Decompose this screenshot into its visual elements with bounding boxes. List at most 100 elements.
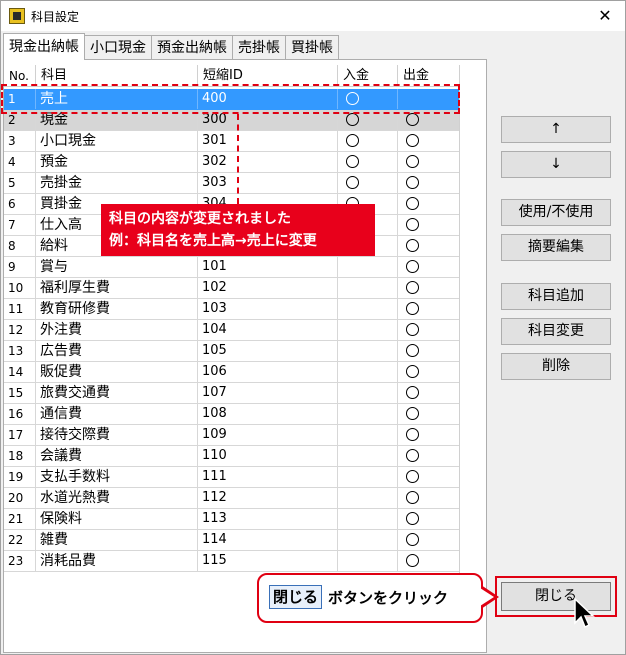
delete-button[interactable]: 削除 <box>501 353 611 380</box>
row-short-id: 400 <box>198 89 338 109</box>
row-income-cell <box>338 257 398 277</box>
table-row[interactable]: 20 水道光熱費 112 <box>4 488 459 509</box>
move-up-button[interactable]: ↑ <box>501 116 611 143</box>
row-short-id: 115 <box>198 551 338 571</box>
row-short-id: 105 <box>198 341 338 361</box>
circle-mark-icon <box>346 134 359 147</box>
circle-mark-icon <box>346 113 359 126</box>
circle-mark-icon <box>406 491 419 504</box>
row-income-cell <box>338 173 398 193</box>
circle-mark-icon <box>406 470 419 483</box>
circle-mark-icon <box>346 155 359 168</box>
row-name: 売上 <box>36 89 198 109</box>
table-row[interactable]: 23 消耗品費 115 <box>4 551 459 572</box>
change-account-button[interactable]: 科目変更 <box>501 318 611 345</box>
header-short-id[interactable]: 短縮ID <box>198 65 338 86</box>
table-row[interactable]: 13 広告費 105 <box>4 341 459 362</box>
row-name: 旅費交通費 <box>36 383 198 403</box>
circle-mark-icon <box>406 449 419 462</box>
table-row[interactable]: 9 賞与 101 <box>4 257 459 278</box>
circle-mark-icon <box>406 386 419 399</box>
accounts-table[interactable]: No. 科目 短縮ID 入金 出金 1 売上 400 2 現金 300 3 小口現金 301 4 預… <box>4 65 460 577</box>
row-no: 13 <box>4 341 36 361</box>
row-income-cell <box>338 488 398 508</box>
circle-mark-icon <box>406 134 419 147</box>
row-income-cell <box>338 278 398 298</box>
row-short-id: 301 <box>198 131 338 151</box>
row-expense-cell <box>398 278 459 298</box>
header-income[interactable]: 入金 <box>338 65 398 86</box>
row-expense-cell <box>398 404 459 424</box>
row-income-cell <box>338 383 398 403</box>
row-income-cell <box>338 152 398 172</box>
table-row[interactable]: 17 接待交際費 109 <box>4 425 459 446</box>
row-short-id: 114 <box>198 530 338 550</box>
circle-mark-icon <box>406 260 419 273</box>
row-income-cell <box>338 404 398 424</box>
circle-mark-icon <box>406 512 419 525</box>
row-no: 5 <box>4 173 36 193</box>
table-row[interactable]: 22 雑費 114 <box>4 530 459 551</box>
row-expense-cell <box>398 551 459 571</box>
toggle-use-button[interactable]: 使用/不使用 <box>501 199 611 226</box>
table-row[interactable]: 19 支払手数料 111 <box>4 467 459 488</box>
tab-receivables[interactable]: 売掛帳 <box>232 35 286 60</box>
row-no: 17 <box>4 425 36 445</box>
tab-cash-book[interactable]: 現金出納帳 <box>3 33 85 60</box>
tab-petty-cash[interactable]: 小口現金 <box>84 35 152 60</box>
header-no[interactable]: No. <box>4 65 36 86</box>
circle-mark-icon <box>406 155 419 168</box>
change-callout-line1: 科目の内容が変更されました <box>109 211 291 227</box>
row-name: 接待交際費 <box>36 425 198 445</box>
circle-mark-icon <box>406 176 419 189</box>
window-close-icon[interactable]: ✕ <box>585 1 625 31</box>
row-short-id: 107 <box>198 383 338 403</box>
row-name: 保険料 <box>36 509 198 529</box>
app-icon <box>9 8 25 24</box>
table-row[interactable]: 10 福利厚生費 102 <box>4 278 459 299</box>
row-income-cell <box>338 320 398 340</box>
row-no: 23 <box>4 551 36 571</box>
table-row[interactable]: 2 現金 300 <box>4 110 459 131</box>
circle-mark-icon <box>406 218 419 231</box>
header-expense[interactable]: 出金 <box>398 65 459 86</box>
row-expense-cell <box>398 299 459 319</box>
circle-mark-icon <box>346 92 359 105</box>
table-row[interactable]: 18 会議費 110 <box>4 446 459 467</box>
add-account-button[interactable]: 科目追加 <box>501 283 611 310</box>
title-bar: 科目設定 ✕ <box>1 1 625 31</box>
table-row[interactable]: 16 通信費 108 <box>4 404 459 425</box>
row-short-id: 113 <box>198 509 338 529</box>
row-expense-cell <box>398 89 459 109</box>
header-name[interactable]: 科目 <box>36 65 198 86</box>
row-short-id: 109 <box>198 425 338 445</box>
circle-mark-icon <box>406 302 419 315</box>
table-row[interactable]: 11 教育研修費 103 <box>4 299 459 320</box>
row-expense-cell <box>398 320 459 340</box>
table-row[interactable]: 21 保険料 113 <box>4 509 459 530</box>
circle-mark-icon <box>406 428 419 441</box>
tab-payables[interactable]: 買掛帳 <box>285 35 339 60</box>
row-no: 1 <box>4 89 36 109</box>
row-expense-cell <box>398 257 459 277</box>
bubble-tail-inner <box>480 588 494 606</box>
table-row[interactable]: 12 外注費 104 <box>4 320 459 341</box>
table-row[interactable]: 14 販促費 106 <box>4 362 459 383</box>
row-name: 消耗品費 <box>36 551 198 571</box>
row-no: 21 <box>4 509 36 529</box>
edit-summary-button[interactable]: 摘要編集 <box>501 234 611 261</box>
row-no: 7 <box>4 215 36 235</box>
table-row[interactable]: 4 預金 302 <box>4 152 459 173</box>
table-row[interactable]: 15 旅費交通費 107 <box>4 383 459 404</box>
window-title: 科目設定 <box>31 10 80 24</box>
table-row[interactable]: 3 小口現金 301 <box>4 131 459 152</box>
tab-deposit-book[interactable]: 預金出納帳 <box>151 35 233 60</box>
row-expense-cell <box>398 362 459 382</box>
row-no: 2 <box>4 110 36 130</box>
table-row[interactable]: 1 売上 400 <box>4 89 459 110</box>
table-row[interactable]: 5 売掛金 303 <box>4 173 459 194</box>
move-down-button[interactable]: ↓ <box>501 151 611 178</box>
row-income-cell <box>338 89 398 109</box>
row-no: 15 <box>4 383 36 403</box>
row-name: 支払手数料 <box>36 467 198 487</box>
